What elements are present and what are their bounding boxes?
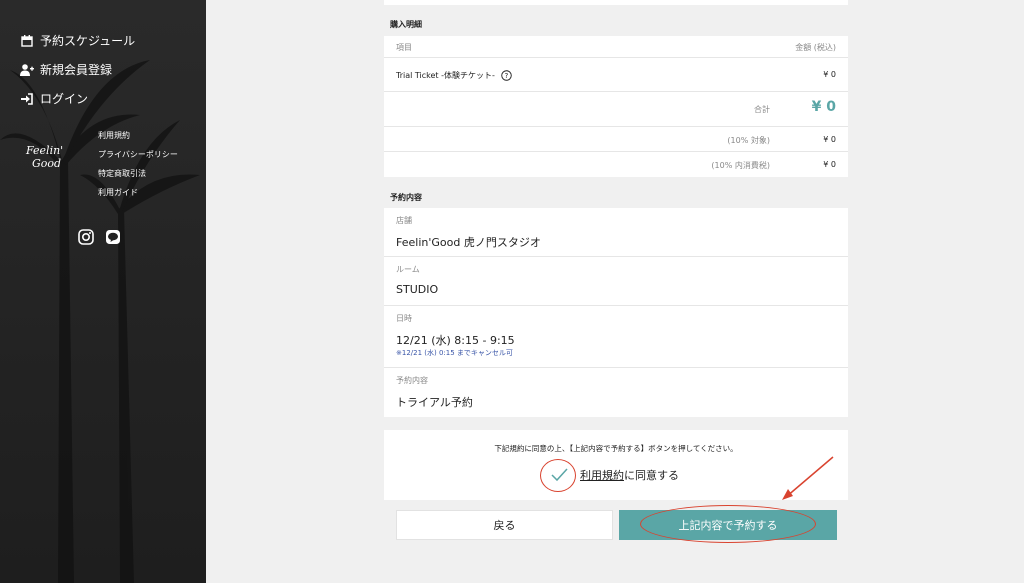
reservation-table: 店舗 Feelin'Good 虎ノ門スタジオ ルーム STUDIO 日時 12/… [384,208,848,417]
item-name-wrap: Trial Ticket -体験チケット- ? [396,70,512,81]
back-button[interactable]: 戻る [396,510,613,540]
calendar-icon [21,34,33,47]
social-links [78,229,121,245]
reservation-section-title: 予約内容 [390,193,422,202]
total-label: 合計 [754,105,770,114]
item-price: ¥ 0 [823,70,836,79]
svg-text:?: ? [505,72,509,80]
tax-target-value: ¥ 0 [823,135,836,144]
previous-section-edge [384,0,848,5]
agreement-note: 下記規約に同意の上、【上記内容で予約する】ボタンを押してください。 [494,444,738,453]
tax-target-row: (10% 対象) ¥ 0 [384,127,848,152]
purchase-header-row: 項目 金額 (税込) [384,36,848,58]
content-label: 予約内容 [396,376,428,385]
link-commercial-law[interactable]: 特定商取引法 [98,168,178,187]
tax-included-row: (10% 内消費税) ¥ 0 [384,152,848,177]
datetime-label: 日時 [396,314,412,323]
content-row: 予約内容 トライアル予約 [384,368,848,417]
item-name: Trial Ticket -体験チケット- [396,71,495,80]
logo-line-1: Feelin' [26,144,64,157]
terms-link[interactable]: 利用規約 [580,469,624,482]
total-row: 合計 ¥ 0 [384,92,848,127]
cancel-deadline-note: ※12/21 (水) 0:15 までキャンセル可 [396,349,513,357]
nav-item-label: ログイン [40,92,89,106]
purchase-section-title: 購入明細 [390,20,422,29]
store-row: 店舗 Feelin'Good 虎ノ門スタジオ [384,208,848,257]
nav-item-login[interactable]: ログイン [20,84,135,113]
nav-item-label: 予約スケジュール [40,34,136,48]
instagram-icon[interactable] [78,229,94,245]
content-value: トライアル予約 [396,396,473,409]
sidebar-nav: 予約スケジュール 新規会員登録 ログイン [20,26,135,113]
footer-links: 利用規約 プライバシーポリシー 特定商取引法 利用ガイド [98,130,178,206]
purchase-table: 項目 金額 (税込) Trial Ticket -体験チケット- ? ¥ 0 合… [384,36,848,177]
link-guide[interactable]: 利用ガイド [98,187,178,206]
agreement-panel: 下記規約に同意の上、【上記内容で予約する】ボタンを押してください。 利用規約に同… [384,430,848,500]
agree-checkbox[interactable] [549,467,569,483]
logo-line-2: Good [32,157,62,170]
purchase-item-row: Trial Ticket -体験チケット- ? ¥ 0 [384,58,848,92]
sidebar: 予約スケジュール 新規会員登録 ログイン Feelin' Good 利用規約 プ… [0,0,206,583]
line-icon[interactable] [105,229,121,245]
room-row: ルーム STUDIO [384,257,848,306]
confirm-reservation-button[interactable]: 上記内容で予約する [619,510,837,540]
header-item: 項目 [396,43,412,52]
sign-in-icon [21,92,33,105]
agree-suffix: に同意する [624,469,679,482]
user-plus-icon [20,63,34,76]
question-circle-icon[interactable]: ? [501,70,512,81]
tax-included-label: (10% 内消費税) [711,161,770,170]
nav-item-label: 新規会員登録 [40,63,113,77]
header-amount: 金額 (税込) [795,43,836,52]
store-label: 店舗 [396,216,412,225]
datetime-value: 12/21 (水) 8:15 - 9:15 [396,334,515,347]
agree-text: 利用規約に同意する [580,467,679,483]
room-value: STUDIO [396,283,439,296]
tax-included-value: ¥ 0 [823,160,836,169]
link-privacy[interactable]: プライバシーポリシー [98,149,178,168]
total-value: ¥ 0 [811,99,836,115]
link-terms[interactable]: 利用規約 [98,130,178,149]
store-value: Feelin'Good 虎ノ門スタジオ [396,236,541,249]
tax-target-label: (10% 対象) [727,136,770,145]
nav-item-schedule[interactable]: 予約スケジュール [20,26,135,55]
feelin-good-logo[interactable]: Feelin' Good [26,144,63,170]
room-label: ルーム [396,265,420,274]
nav-item-register[interactable]: 新規会員登録 [20,55,135,84]
datetime-row: 日時 12/21 (水) 8:15 - 9:15 ※12/21 (水) 0:15… [384,306,848,368]
